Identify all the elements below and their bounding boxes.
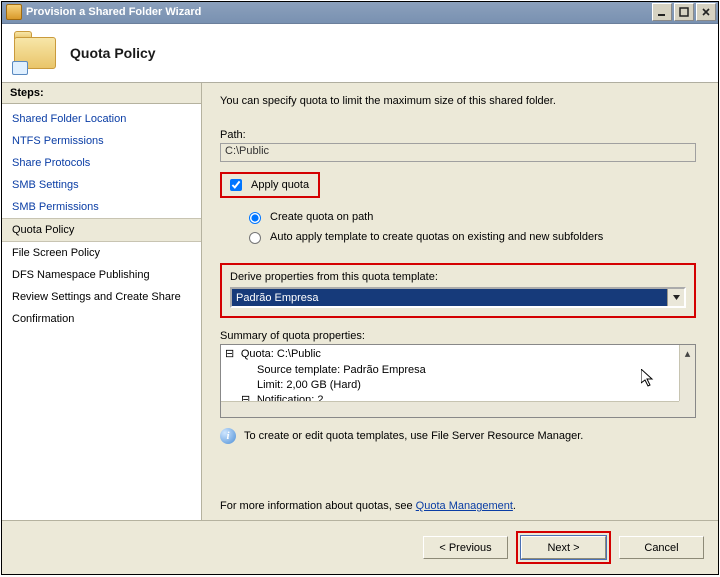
info-icon: i [220, 428, 236, 444]
steps-sidebar: Steps: Shared Folder Location NTFS Permi… [2, 83, 202, 520]
step-share-protocols[interactable]: Share Protocols [2, 152, 201, 174]
step-confirmation[interactable]: Confirmation [2, 308, 201, 330]
dropdown-arrow-icon[interactable] [667, 289, 684, 306]
button-row: < Previous Next > Cancel [2, 520, 718, 574]
apply-quota-highlight: Apply quota [220, 172, 320, 198]
wizard-window: Provision a Shared Folder Wizard Quota P… [1, 1, 719, 575]
intro-text: You can specify quota to limit the maxim… [220, 95, 704, 107]
template-combobox[interactable]: Padrão Empresa [230, 287, 686, 308]
app-icon [6, 4, 22, 20]
summary-box: ⊟ Quota: C:\Public Source template: Padr… [220, 344, 696, 418]
template-group-highlight: Derive properties from this quota templa… [220, 263, 696, 318]
cancel-button[interactable]: Cancel [619, 536, 704, 559]
scrollbar-corner [679, 401, 695, 417]
step-file-screen-policy[interactable]: File Screen Policy [2, 242, 201, 264]
maximize-button[interactable] [674, 3, 694, 21]
auto-apply-label: Auto apply template to create quotas on … [270, 231, 603, 243]
titlebar[interactable]: Provision a Shared Folder Wizard [2, 2, 718, 24]
step-review-settings[interactable]: Review Settings and Create Share [2, 286, 201, 308]
create-quota-label: Create quota on path [270, 211, 373, 223]
summary-line: Limit: 2,00 GB (Hard) [225, 378, 691, 393]
path-field: C:\Public [220, 143, 696, 162]
minimize-button[interactable] [652, 3, 672, 21]
step-ntfs-permissions[interactable]: NTFS Permissions [2, 130, 201, 152]
apply-quota-label: Apply quota [251, 179, 309, 191]
step-quota-policy[interactable]: Quota Policy [2, 218, 201, 242]
scrollbar-vertical[interactable]: ▴ [679, 345, 695, 401]
apply-quota-checkbox[interactable] [230, 179, 242, 191]
summary-line: ⊟ Quota: C:\Public [225, 347, 691, 363]
next-button[interactable]: Next > [521, 536, 606, 559]
step-shared-folder-location[interactable]: Shared Folder Location [2, 108, 201, 130]
template-value: Padrão Empresa [236, 292, 319, 304]
path-label: Path: [220, 129, 704, 141]
page-header: Quota Policy [2, 24, 718, 83]
summary-label: Summary of quota properties: [220, 330, 704, 342]
create-quota-radio[interactable] [249, 212, 261, 224]
step-dfs-namespace-publishing[interactable]: DFS Namespace Publishing [2, 264, 201, 286]
template-label: Derive properties from this quota templa… [230, 271, 686, 283]
summary-line: Source template: Padrão Empresa [225, 363, 691, 378]
steps-heading: Steps: [2, 83, 201, 104]
step-smb-permissions[interactable]: SMB Permissions [2, 196, 201, 218]
more-info: For more information about quotas, see Q… [220, 500, 704, 512]
previous-button[interactable]: < Previous [423, 536, 508, 559]
close-button[interactable] [696, 3, 716, 21]
step-smb-settings[interactable]: SMB Settings [2, 174, 201, 196]
scroll-up-icon[interactable]: ▴ [680, 345, 695, 361]
info-text: To create or edit quota templates, use F… [244, 430, 583, 442]
next-button-highlight: Next > [516, 531, 611, 564]
quota-management-link[interactable]: Quota Management [416, 500, 513, 512]
shared-folder-icon [12, 33, 60, 73]
info-row: i To create or edit quota templates, use… [220, 428, 704, 444]
page-title: Quota Policy [70, 45, 156, 61]
content-pane: You can specify quota to limit the maxim… [202, 83, 718, 520]
window-title: Provision a Shared Folder Wizard [26, 6, 652, 18]
auto-apply-radio[interactable] [249, 232, 261, 244]
scrollbar-horizontal[interactable] [221, 401, 679, 417]
